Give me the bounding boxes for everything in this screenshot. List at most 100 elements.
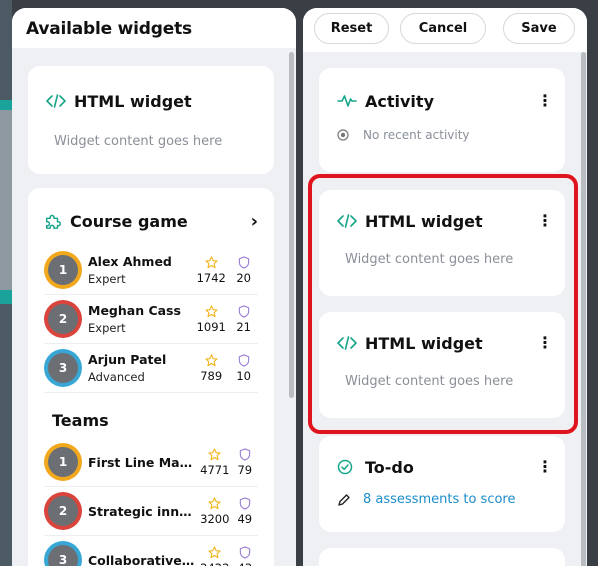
avatar: 2 [44, 492, 82, 530]
leaderboard-team-row[interactable]: 3 Collaborative ...2422 43 [44, 536, 258, 566]
more-options-icon[interactable]: ⋮ [537, 459, 553, 475]
background-accent [0, 100, 12, 110]
more-options-icon[interactable]: ⋮ [537, 335, 553, 351]
code-icon [337, 336, 357, 350]
reset-button[interactable]: Reset [314, 13, 389, 44]
badges-value: 79 [237, 462, 253, 477]
entry-name: Arjun Patel [88, 352, 167, 367]
star-icon [205, 255, 218, 268]
course-game-title: Course game [70, 211, 188, 231]
entry-info: First Line Mana... [88, 455, 198, 470]
widget-title: HTML widget [365, 333, 483, 353]
avatar: 1 [44, 251, 82, 289]
badges-stat: 43 [232, 545, 258, 566]
leaderboard-person-row[interactable]: 1 Alex Ahmed Expert 1742 20 [44, 246, 258, 295]
more-options-icon[interactable]: ⋮ [537, 93, 553, 109]
course-game-card[interactable]: Course game › 1 Alex Ahmed Expert 1742 20 2 Me… [28, 188, 274, 566]
stars-stat: 2422 [198, 545, 232, 566]
widget-title: Activity [365, 91, 434, 111]
dashboard-layout-panel: Reset Cancel Save Activity ⋮ No recent a… [303, 8, 587, 566]
code-icon [46, 94, 66, 108]
save-button[interactable]: Save [503, 13, 575, 44]
stars-stat: 789 [193, 353, 229, 383]
cancel-button[interactable]: Cancel [400, 13, 486, 44]
activity-icon [337, 95, 357, 107]
activity-empty-text: No recent activity [363, 128, 470, 142]
check-circle-icon [337, 459, 353, 475]
action-bar: Reset Cancel Save [303, 8, 587, 52]
entry-info: Strategic innov... [88, 504, 198, 519]
stars-stat: 1091 [193, 304, 229, 334]
entry-info: Collaborative ... [88, 553, 198, 566]
leaderboard-person-row[interactable]: 2 Meghan Cass Expert 1091 21 [44, 295, 258, 344]
entry-level: Expert [88, 321, 126, 335]
avatar: 3 [44, 541, 82, 566]
stars-value: 3200 [200, 511, 230, 526]
entry-info: Alex Ahmed Expert [88, 254, 193, 286]
entry-level: Expert [88, 272, 126, 286]
avatar-image: 2 [48, 304, 78, 334]
shield-icon [239, 447, 250, 461]
scrollbar[interactable] [581, 52, 586, 566]
avatar: 3 [44, 349, 82, 387]
star-icon [208, 447, 221, 460]
star-icon [208, 545, 221, 558]
entry-level: Advanced [88, 370, 145, 384]
stars-stat: 4771 [198, 447, 232, 477]
more-options-icon[interactable]: ⋮ [537, 213, 553, 229]
html-widget-card[interactable]: HTML widget ⋮ Widget content goes here [319, 190, 565, 296]
avatar: 1 [44, 443, 82, 481]
avatar: 2 [44, 300, 82, 338]
avatar-image: 3 [48, 353, 78, 383]
widget-title: HTML widget [365, 211, 483, 231]
leaderboard-team-row[interactable]: 2 Strategic innov... 3200 49 [44, 487, 258, 536]
background-accent [0, 290, 12, 304]
widget-content: Widget content goes here [54, 134, 223, 149]
teams-list: 1 First Line Mana...4771 79 2 Strategic inno… [44, 438, 258, 566]
scrollbar[interactable] [289, 52, 294, 398]
badges-stat: 21 [229, 304, 258, 334]
rank-number: 3 [58, 361, 68, 375]
badges-value: 10 [236, 368, 251, 383]
rank-number: 2 [58, 312, 68, 326]
assessments-link[interactable]: 8 assessments to score [363, 492, 515, 507]
html-widget-card[interactable]: HTML widget ⋮ Widget content goes here [319, 312, 565, 418]
puzzle-icon [45, 214, 61, 229]
entry-info: Arjun Patel Advanced [88, 352, 193, 384]
todo-widget[interactable]: To-do ⋮ 8 assessments to score [319, 436, 565, 532]
entry-name: Alex Ahmed [88, 254, 172, 269]
avatar-image: 3 [48, 545, 78, 566]
pencil-icon [338, 493, 350, 506]
widget-title: HTML widget [74, 91, 192, 111]
entry-name: Meghan Cass [88, 303, 181, 318]
shield-icon [239, 496, 250, 510]
stars-value: 1742 [196, 270, 226, 285]
rank-number: 1 [58, 263, 68, 277]
entry-name: Strategic innov... [88, 503, 198, 519]
badges-stat: 49 [232, 496, 258, 526]
radio-dot-icon [337, 129, 349, 141]
html-widget-card[interactable]: HTML widget Widget content goes here [28, 66, 274, 174]
badges-stat: 10 [229, 353, 258, 383]
shield-icon [238, 304, 249, 318]
rank-number: 3 [58, 553, 68, 566]
badges-value: 20 [236, 270, 251, 285]
rank-number: 2 [58, 504, 68, 518]
stars-value: 2422 [200, 561, 229, 566]
teams-title: Teams [52, 411, 109, 430]
stars-value: 4771 [200, 462, 230, 477]
activity-widget[interactable]: Activity ⋮ No recent activity [319, 68, 565, 172]
stars-value: 1091 [196, 319, 226, 334]
badges-value: 43 [237, 561, 252, 566]
widget-card-partial[interactable] [319, 548, 565, 566]
shield-icon [239, 545, 250, 559]
widget-title: To-do [365, 457, 414, 477]
star-icon [205, 353, 218, 366]
leaderboard-team-row[interactable]: 1 First Line Mana...4771 79 [44, 438, 258, 487]
chevron-right-icon[interactable]: › [251, 211, 258, 232]
entry-info: Meghan Cass Expert [88, 303, 193, 335]
rank-number: 1 [58, 455, 68, 469]
available-widgets-panel: Available widgets HTML widget Widget con… [12, 8, 296, 566]
leaderboard-person-row[interactable]: 3 Arjun Patel Advanced 789 10 [44, 344, 258, 393]
shield-icon [238, 255, 249, 269]
